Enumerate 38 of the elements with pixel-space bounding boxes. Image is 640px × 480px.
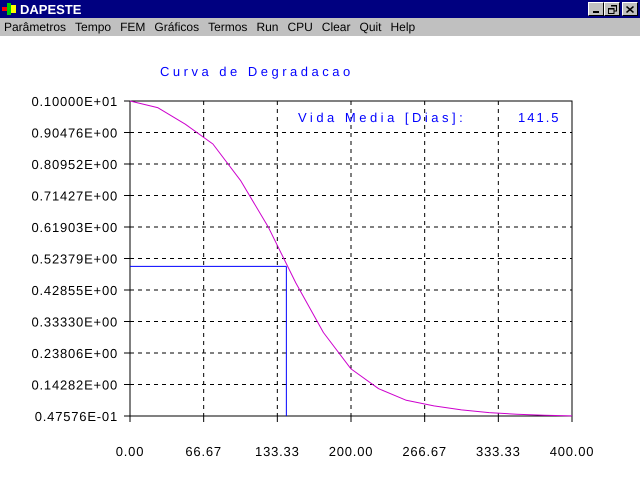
y-tick-label: 0.47576E-01 [34, 409, 118, 424]
menu-item[interactable]: Clear [322, 21, 350, 33]
menu-item[interactable]: Termos [208, 21, 248, 33]
menu-item[interactable]: Quit [359, 21, 382, 33]
y-tick-label: 0.90476E+00 [31, 126, 118, 140]
app-icon [2, 2, 16, 16]
y-tick-label: 0.42855E+00 [31, 283, 118, 298]
menu-item[interactable]: Parâmetros [4, 21, 66, 33]
y-tick-label: 0.52379E+00 [31, 252, 118, 266]
chart-title: Curva de Degradacao [160, 64, 354, 79]
y-tick-label: 0.10000E+01 [31, 94, 118, 109]
x-tick-label: 266.67 [402, 444, 447, 459]
x-tick-label: 133.33 [255, 444, 300, 459]
x-tick-label: 0.00 [116, 444, 144, 459]
y-tick-label: 0.80952E+00 [31, 157, 118, 172]
restore-icon [608, 4, 616, 14]
menu-item[interactable]: Run [256, 21, 278, 33]
y-tick-label: 0.61903E+00 [31, 220, 118, 235]
x-tick-label: 200.00 [328, 444, 374, 459]
menu-item[interactable]: Gráficos [154, 21, 200, 33]
restore-button[interactable] [604, 2, 620, 16]
minimize-button[interactable] [588, 2, 604, 16]
result-value: 141.5 [518, 110, 561, 125]
y-tick-label: 0.33330E+00 [31, 314, 118, 330]
y-tick-label: 0.14282E+00 [31, 378, 118, 392]
x-tick-label: 333.33 [476, 444, 521, 459]
menu-item[interactable]: Tempo [75, 21, 112, 33]
x-tick-label: 66.67 [185, 444, 222, 459]
y-tick-label: 0.71427E+00 [31, 188, 118, 204]
menu-item[interactable]: CPU [287, 21, 313, 33]
result-label: Vida Media [Dias]: [298, 110, 466, 125]
menu-item[interactable]: FEM [120, 21, 146, 33]
close-icon [626, 6, 634, 12]
x-tick-label: 400.00 [550, 444, 594, 459]
close-button[interactable] [622, 2, 638, 16]
menu-item[interactable]: Help [390, 21, 416, 33]
y-tick-label: 0.23806E+00 [31, 346, 118, 361]
window-title: DAPESTE [20, 2, 82, 16]
